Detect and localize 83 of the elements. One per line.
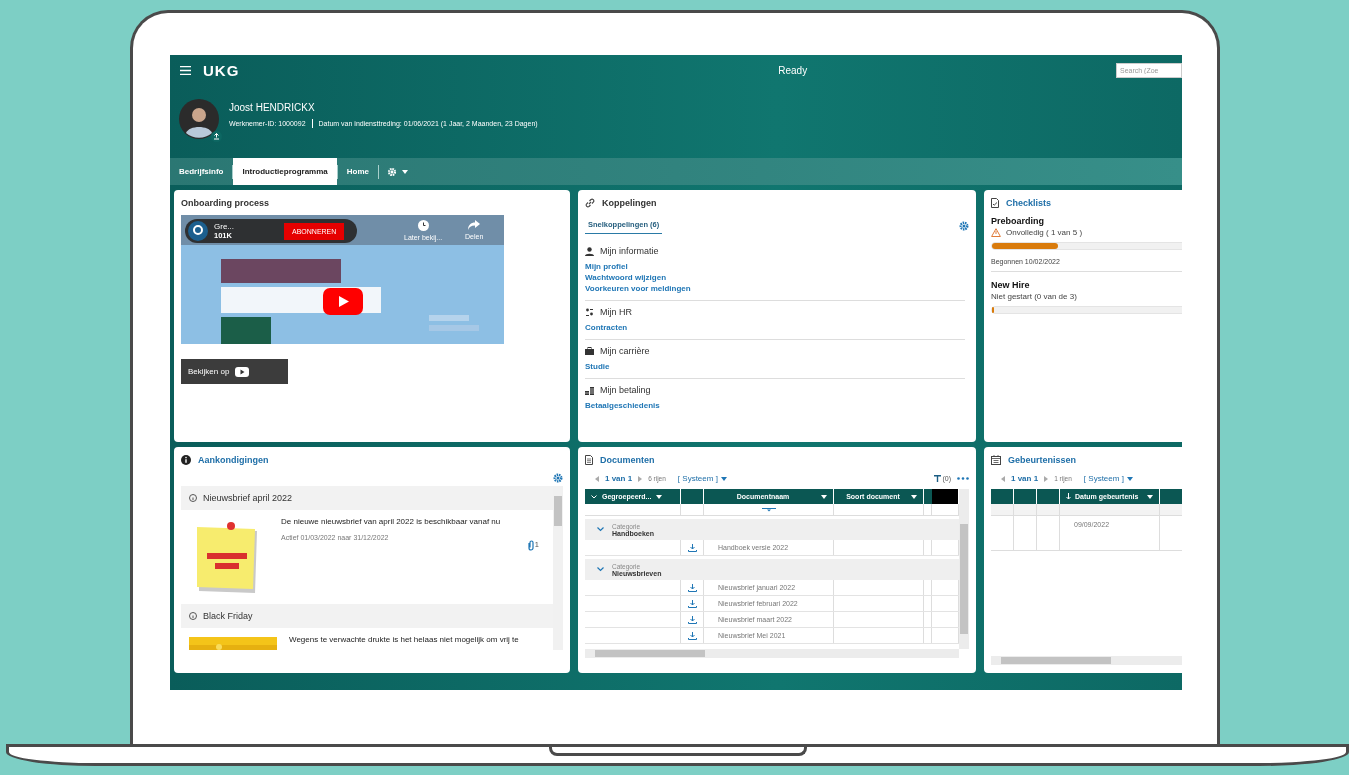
status-text: Ready — [777, 64, 809, 76]
link[interactable]: Betaalgeschiedenis — [585, 400, 660, 411]
card-title: Aankondigingen — [198, 455, 269, 465]
view-dropdown[interactable]: [ Systeem ] — [677, 474, 727, 483]
upload-icon[interactable] — [211, 130, 222, 142]
link[interactable]: Voorkeuren voor meldingen — [585, 283, 691, 294]
logo: UKG — [203, 61, 240, 79]
person-icon — [585, 246, 594, 256]
filter-row-icon[interactable] — [761, 507, 776, 512]
more-icon[interactable] — [957, 477, 969, 480]
chevron-icon[interactable] — [597, 567, 604, 572]
download-icon[interactable] — [687, 543, 697, 552]
clock-icon[interactable] — [417, 220, 429, 231]
people-exchange-icon — [585, 307, 594, 317]
scrollbar[interactable] — [991, 656, 1182, 665]
checklist-status: Onvolledig ( 1 van 5 ) — [1006, 228, 1083, 237]
card-title: Onboarding process — [181, 198, 270, 208]
link[interactable]: Wachtwoord wijzigen — [585, 272, 667, 283]
card-title: Documenten — [600, 455, 655, 465]
caret-icon — [720, 476, 727, 481]
checklist-name: Preboarding — [991, 216, 1045, 226]
announcement-header[interactable]: Nieuwsbrief april 2022 — [181, 486, 553, 510]
share-icon[interactable] — [468, 220, 481, 230]
page-indicator: 1 van 1 — [1011, 474, 1039, 483]
menu-icon[interactable] — [180, 65, 191, 75]
header-cell — [932, 489, 959, 504]
caret-icon — [821, 494, 827, 499]
tab[interactable]: Home — [337, 158, 379, 185]
announcement-title: Black Friday — [203, 611, 253, 621]
caret-icon — [402, 169, 409, 174]
settings-icon[interactable] — [959, 220, 969, 231]
calendar-icon — [991, 455, 1001, 465]
coins-icon — [585, 385, 594, 395]
page-indicator: 1 van 1 — [605, 474, 633, 483]
scrollbar[interactable] — [959, 489, 969, 649]
avatar — [179, 98, 219, 139]
section-title: Mijn HR — [600, 307, 632, 317]
section-title: Mijn carrière — [600, 346, 650, 356]
download-icon[interactable] — [687, 583, 697, 592]
link[interactable]: Mijn profiel — [585, 261, 628, 272]
scrollbar[interactable] — [585, 649, 959, 658]
watch-on-button[interactable]: Bekijken op — [181, 359, 288, 384]
link[interactable]: Contracten — [585, 322, 628, 333]
section-title: Mijn informatie — [600, 246, 659, 256]
caret-icon — [1147, 494, 1153, 499]
document-icon — [585, 455, 593, 465]
play-button[interactable] — [323, 288, 363, 315]
checklist-status: Niet gestart (0 van de 3) — [991, 292, 1077, 301]
paperclip-icon[interactable] — [527, 540, 534, 551]
announcement-title: Nieuwsbrief april 2022 — [203, 493, 293, 503]
video-logo-icon — [235, 366, 250, 377]
download-icon[interactable] — [687, 631, 697, 640]
scrollbar[interactable] — [553, 486, 563, 650]
info-icon — [181, 455, 191, 465]
download-icon[interactable] — [687, 599, 697, 608]
download-icon[interactable] — [687, 615, 697, 624]
view-dropdown[interactable]: [ Systeem ] — [1083, 474, 1133, 483]
channel-name: Gre... — [214, 222, 235, 231]
info-icon — [189, 612, 197, 620]
link[interactable]: Studie — [585, 361, 610, 372]
caret-icon — [656, 494, 663, 499]
section-title: Mijn betaling — [600, 385, 651, 395]
card-title: Checklists — [1006, 198, 1052, 208]
card-title: Gebeurtenissen — [1008, 455, 1077, 465]
gear-icon — [387, 166, 398, 177]
card-title: Koppelingen — [602, 198, 657, 208]
settings-icon[interactable] — [553, 473, 563, 483]
chevron-icon[interactable] — [597, 527, 604, 532]
tab[interactable]: Introductieprogramma — [233, 158, 337, 185]
announcement-text: De nieuwe nieuwsbrief van april 2022 is beschikbaar vanaf nu — [281, 517, 501, 526]
employee-name: Joost HENDRICKX — [229, 101, 316, 113]
caret-icon — [911, 494, 917, 499]
info-icon — [189, 494, 197, 502]
link-icon — [585, 198, 595, 208]
caret-icon — [1126, 476, 1133, 481]
checklist-icon — [991, 198, 999, 208]
tab[interactable]: Bedrijfsinfo — [170, 158, 233, 185]
announcement-header[interactable]: Black Friday — [181, 604, 553, 628]
checklist-name: New Hire — [991, 280, 1031, 290]
chevron-icon — [591, 494, 597, 499]
briefcase-icon — [585, 347, 594, 355]
announcement-text: Wegens te verwachte drukte is het helaas niet mogelijk om vrij te — [289, 635, 519, 644]
sort-icon — [1066, 493, 1071, 500]
